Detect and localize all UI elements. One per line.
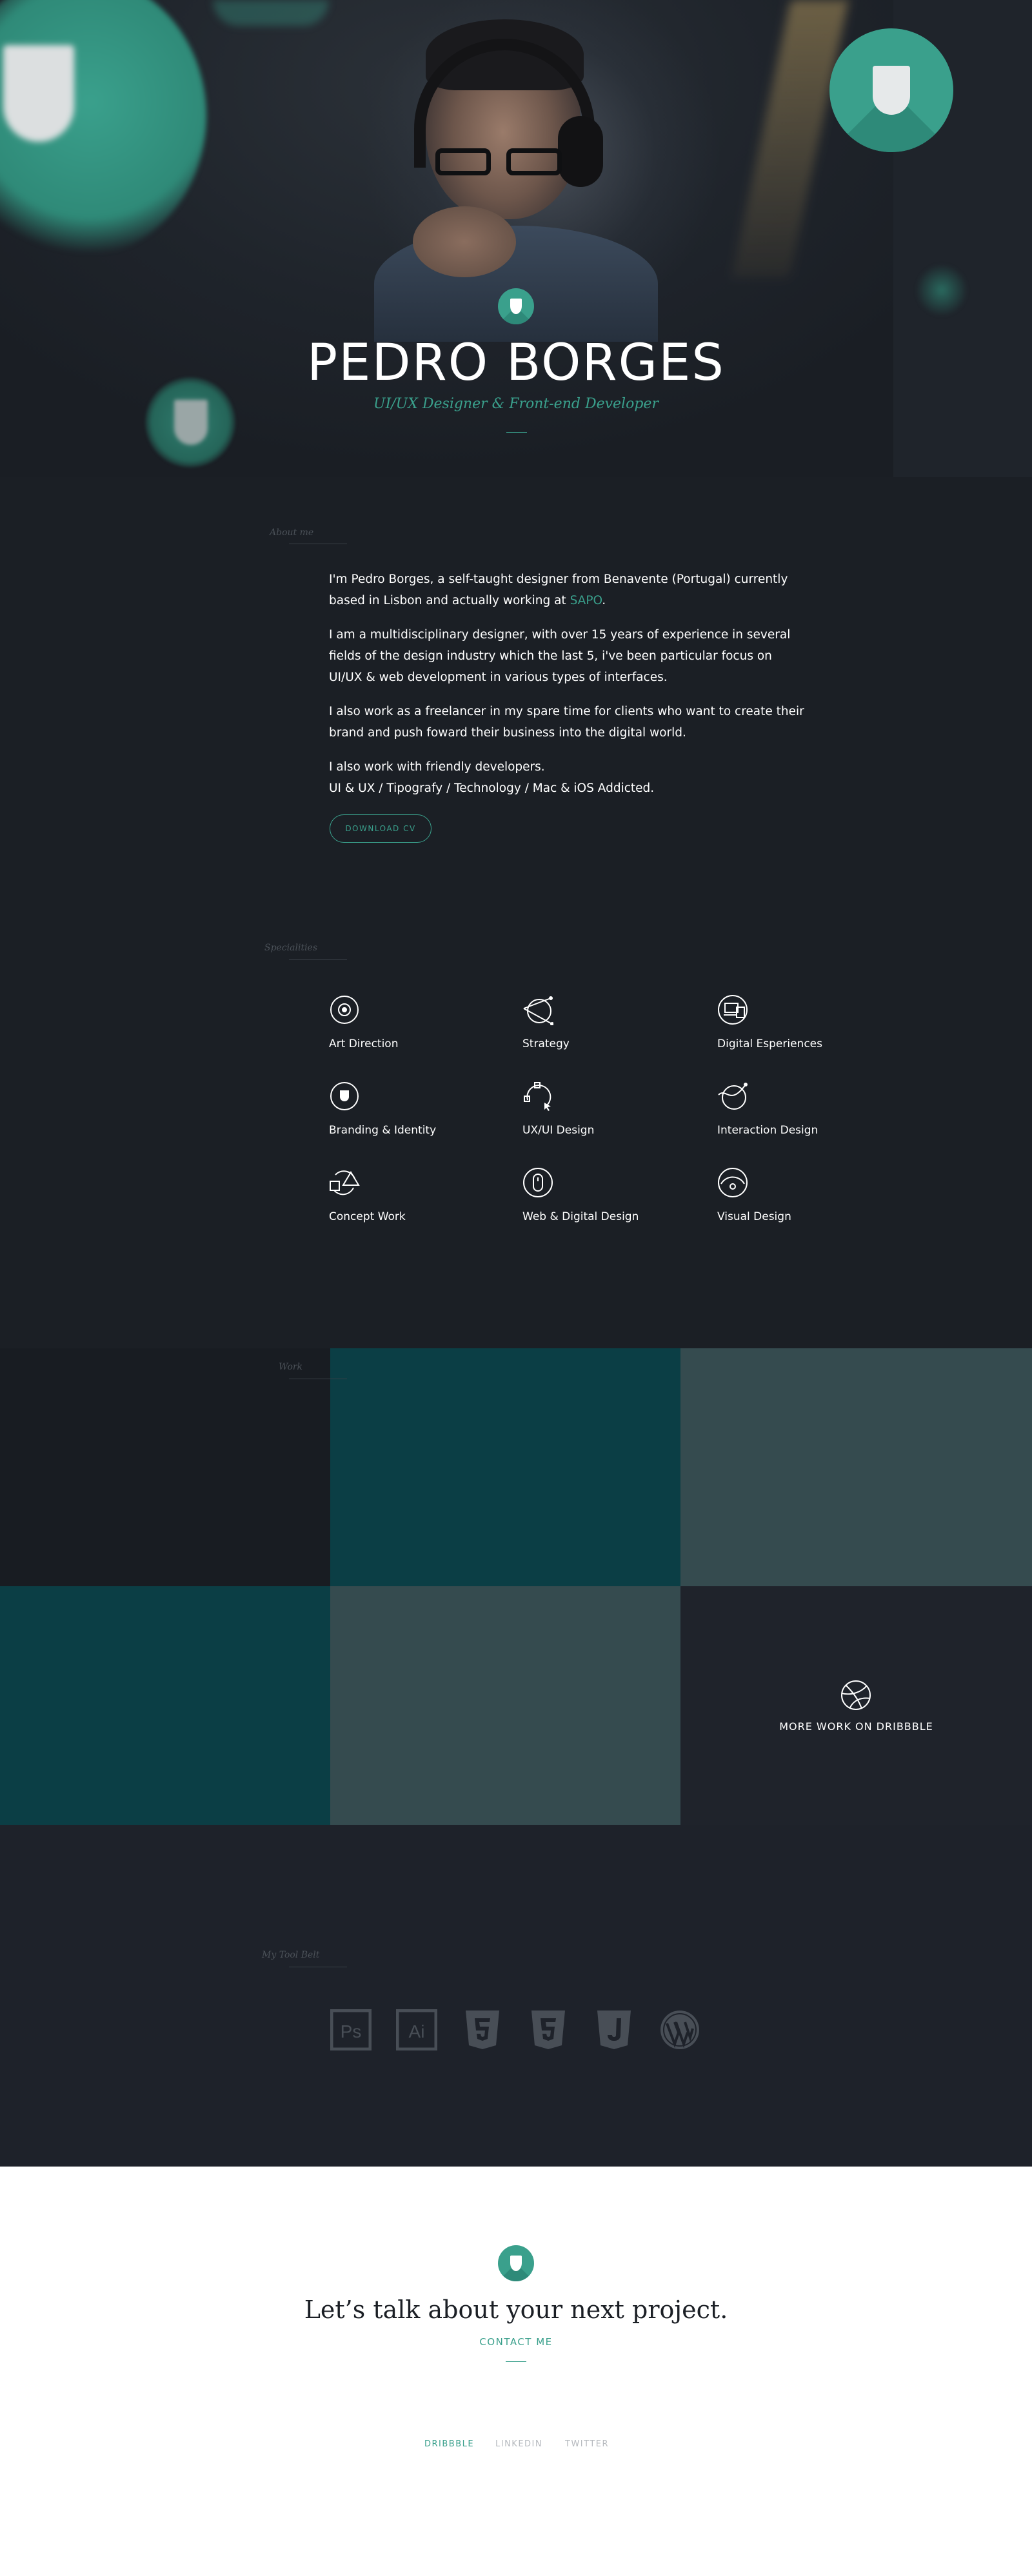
- about-paragraph: I also work as a freelancer in my spare …: [329, 705, 804, 740]
- wordpress-icon: [660, 2011, 699, 2049]
- dribbble-icon[interactable]: [840, 1679, 872, 1711]
- more-work-link[interactable]: MORE WORK ON DRIBBBLE: [680, 1720, 1032, 1733]
- photoshop-icon: Ps: [330, 2009, 372, 2050]
- hero-name: PEDRO BORGES: [307, 334, 725, 392]
- speciality-item: Art Direction: [329, 994, 497, 1050]
- work-tile[interactable]: [0, 1586, 330, 1825]
- section-label-specialities: Specialities: [264, 943, 318, 953]
- svg-text:Ai: Ai: [409, 2021, 425, 2041]
- blurred-logo-badge-icon: [916, 264, 968, 316]
- speciality-item: UX/UI Design: [522, 1081, 690, 1137]
- mouse-icon: [523, 1168, 553, 1197]
- shield-icon: [330, 1082, 359, 1110]
- about-text: I'm Pedro Borges, a self-taught designer…: [329, 569, 806, 812]
- contact-me-link[interactable]: CONTACT ME: [0, 2336, 1032, 2348]
- divider: [506, 432, 527, 433]
- speciality-item: Strategy: [522, 994, 690, 1050]
- section-label-about: About me: [270, 527, 314, 538]
- work-bg: [0, 1348, 330, 1586]
- speciality-item: Visual Design: [717, 1167, 885, 1223]
- work-tile[interactable]: [680, 1348, 1032, 1586]
- lamp-light: [731, 0, 849, 277]
- speciality-item: Digital Esperiences: [717, 994, 885, 1050]
- javascript-icon: [597, 2011, 631, 2049]
- footer: [0, 2167, 1032, 2576]
- hero-photo: [374, 13, 658, 342]
- cursor-path-icon: [524, 1082, 551, 1111]
- social-link-dribbble[interactable]: DRIBBBLE: [424, 2439, 474, 2449]
- download-cv-button[interactable]: DOWNLOAD CV: [330, 814, 432, 843]
- illustrator-icon: Ai: [396, 2009, 437, 2050]
- about-paragraph: I am a multidisciplinary designer, with …: [329, 628, 791, 684]
- section-label-line: [289, 959, 347, 960]
- speciality-item: Web & Digital Design: [522, 1167, 690, 1223]
- speciality-item: Branding & Identity: [329, 1081, 497, 1137]
- footer-title: Let’s talk about your next project.: [304, 2296, 728, 2324]
- social-link-twitter[interactable]: TWITTER: [565, 2439, 609, 2449]
- work-tile[interactable]: [330, 1586, 680, 1825]
- logo-icon[interactable]: [498, 288, 534, 324]
- eye-icon: [718, 1168, 748, 1197]
- section-label-toolbelt: My Tool Belt: [262, 1950, 320, 1960]
- toolbelt-section: [0, 1825, 1032, 2167]
- css3-icon: [531, 2011, 565, 2049]
- html5-icon: [466, 2011, 499, 2049]
- social-link-linkedin[interactable]: LINKEDIN: [495, 2439, 542, 2449]
- interaction-icon: [718, 1083, 748, 1110]
- divider: [506, 2361, 526, 2362]
- blur-shape: [213, 0, 329, 26]
- work-tile[interactable]: [330, 1348, 680, 1586]
- devices-icon: [718, 995, 748, 1025]
- hero-subtitle: UI/UX Designer & Front-end Developer: [373, 396, 659, 412]
- logo-badge-icon: [829, 28, 953, 152]
- about-paragraph: I also work with friendly developers. UI …: [329, 760, 655, 795]
- logo-icon[interactable]: [498, 2245, 534, 2281]
- sapo-link[interactable]: SAPO: [570, 594, 602, 607]
- speciality-item: Concept Work: [329, 1167, 497, 1223]
- about-paragraph: I'm Pedro Borges, a self-taught designer…: [329, 573, 788, 607]
- blurred-logo-badge-icon: [0, 0, 206, 258]
- speciality-item: Interaction Design: [717, 1081, 885, 1137]
- concept-icon: [330, 1170, 360, 1195]
- svg-text:Ps: Ps: [341, 2021, 362, 2041]
- strategy-icon: [523, 996, 554, 1026]
- target-icon: [330, 996, 359, 1024]
- section-label-work: Work: [279, 1362, 303, 1372]
